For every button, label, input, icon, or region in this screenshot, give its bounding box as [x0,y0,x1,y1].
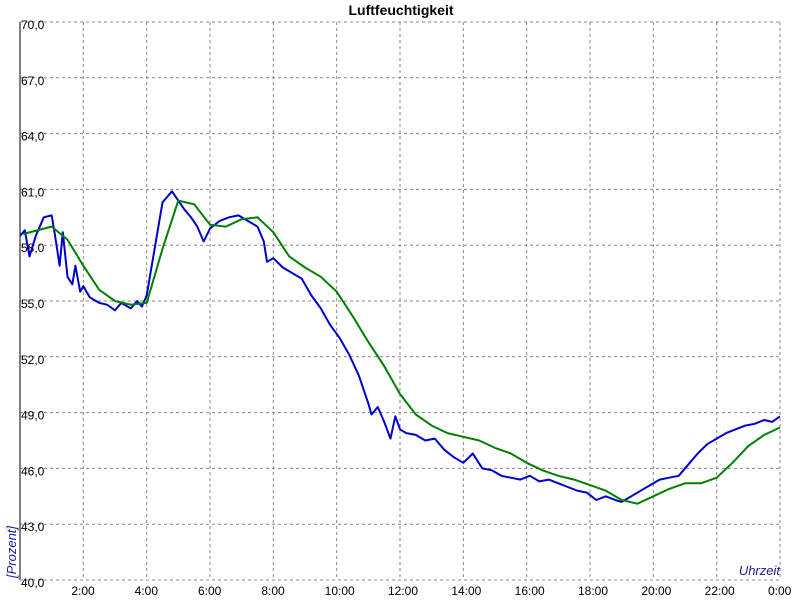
y-tick-label: 67,0 [21,74,45,88]
y-tick-label: 52,0 [21,353,45,367]
x-tick-labels: 2:00 4:00 6:00 8:00 10:00 12:00 14:00 16:00 18:0… [71,584,791,598]
y-tick-label: 46,0 [21,464,45,478]
y-axis-label: [Prozent] [4,526,19,579]
chart-title: Luftfeuchtigkeit [349,2,454,18]
y-tick-label: 64,0 [21,130,45,144]
y-tick-label: 61,0 [21,185,45,199]
x-tick-label: 18:00 [578,584,608,598]
humidity-chart: Luftfeuchtigkeit 40,0 43,0 46,0 49,0 52,0 55,… [4,2,792,598]
x-tick-label: 20:00 [641,584,671,598]
x-tick-label: 10:00 [325,584,355,598]
y-tick-label: 43,0 [21,520,45,534]
x-tick-label: 16:00 [515,584,545,598]
y-tick-label: 49,0 [21,409,45,423]
x-tick-label: 22:00 [705,584,735,598]
x-tick-label: 2:00 [71,584,95,598]
y-tick-label: 70,0 [21,18,45,32]
grid [20,22,780,580]
x-tick-label: 4:00 [135,584,159,598]
series-line-smoothed [22,199,781,505]
x-tick-label: 6:00 [198,584,222,598]
x-tick-label: 0:00 [768,584,792,598]
x-tick-label: 12:00 [388,584,418,598]
x-axis-label: Uhrzeit [739,563,782,578]
x-tick-label: 14:00 [451,584,481,598]
y-tick-label: 55,0 [21,297,45,311]
y-tick-label: 40,0 [21,576,45,590]
y-tick-labels: 40,043,046,049,052,055,058,061,064,067,0… [21,18,45,590]
x-tick-label: 8:00 [261,584,285,598]
